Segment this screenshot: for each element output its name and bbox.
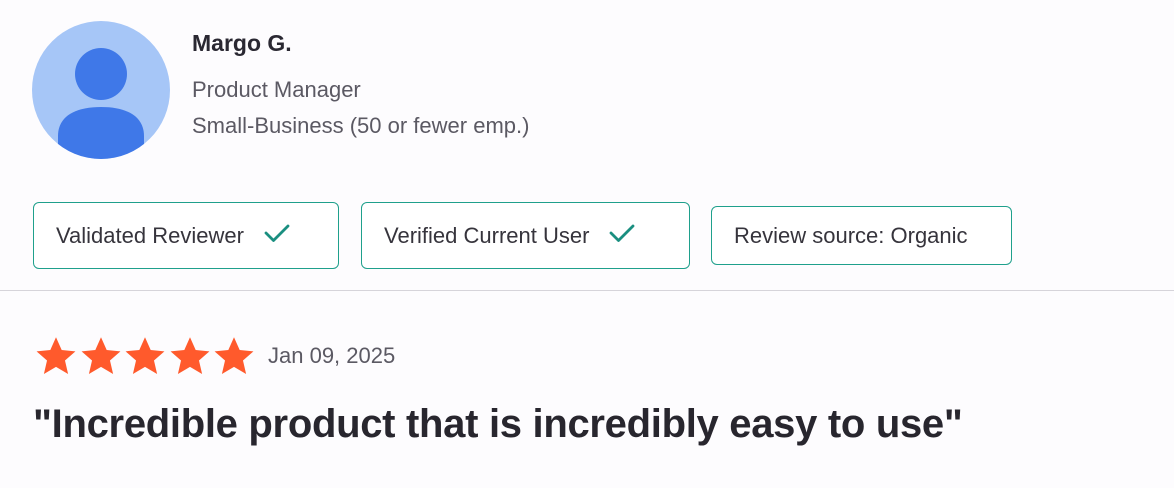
badge-label: Review source: Organic: [734, 222, 968, 248]
review-date: Jan 09, 2025: [268, 343, 396, 368]
reviewer-segment: Small-Business (50 or fewer emp.): [192, 113, 530, 138]
check-icon: [609, 223, 635, 249]
star-icon: [34, 335, 78, 379]
review-source-badge[interactable]: Review source: Organic: [711, 206, 1012, 265]
check-icon: [264, 223, 290, 249]
verified-current-user-badge[interactable]: Verified Current User: [361, 202, 690, 269]
star-rating: [34, 335, 257, 379]
badge-label: Validated Reviewer: [56, 222, 244, 248]
star-icon: [123, 335, 167, 379]
validated-reviewer-badge[interactable]: Validated Reviewer: [33, 202, 339, 269]
section-divider: [0, 290, 1174, 291]
star-icon: [212, 335, 256, 379]
star-icon: [79, 335, 123, 379]
badge-label: Verified Current User: [384, 222, 590, 248]
user-icon: [32, 21, 170, 159]
reviewer-name[interactable]: Margo G.: [192, 30, 292, 57]
reviewer-role: Product Manager: [192, 77, 361, 102]
review-title[interactable]: "Incredible product that is incredibly e…: [33, 402, 963, 447]
star-icon: [168, 335, 212, 379]
reviewer-avatar: [32, 21, 170, 159]
